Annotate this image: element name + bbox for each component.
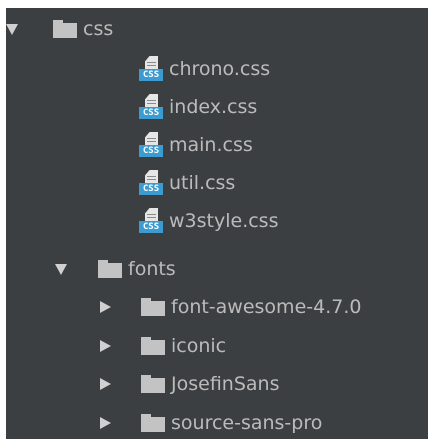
folder-icon xyxy=(141,414,165,432)
css-file-icon: CSS xyxy=(139,170,163,196)
project-tree-panel: css CSS chrono.css CSS index.css CSS mai… xyxy=(6,8,428,439)
folder-icon xyxy=(141,337,165,355)
folder-icon xyxy=(141,298,165,316)
tree-file-label: main.css xyxy=(169,134,253,156)
tree-file-w3style-css[interactable]: CSS w3style.css xyxy=(6,202,428,240)
folder-icon xyxy=(53,20,77,38)
css-file-icon: CSS xyxy=(139,208,163,234)
expand-arrow-right-icon[interactable] xyxy=(100,417,111,429)
tree-folder-fonts[interactable]: fonts xyxy=(6,250,428,288)
tree-folder-css[interactable]: css xyxy=(6,10,428,48)
tree-folder-label: source-sans-pro xyxy=(171,412,323,434)
css-file-icon: CSS xyxy=(139,94,163,120)
tree-file-chrono-css[interactable]: CSS chrono.css xyxy=(6,50,428,88)
tree-folder-iconic[interactable]: iconic xyxy=(6,327,428,365)
css-file-icon: CSS xyxy=(139,132,163,158)
folder-icon xyxy=(98,260,122,278)
expand-arrow-down-icon[interactable] xyxy=(6,23,18,35)
expand-arrow-down-icon[interactable] xyxy=(55,263,67,275)
tree-folder-source-sans-pro[interactable]: source-sans-pro xyxy=(6,404,428,439)
tree-file-util-css[interactable]: CSS util.css xyxy=(6,164,428,202)
tree-file-main-css[interactable]: CSS main.css xyxy=(6,126,428,164)
tree-file-label: chrono.css xyxy=(169,58,271,80)
css-file-icon: CSS xyxy=(139,56,163,82)
expand-arrow-right-icon[interactable] xyxy=(100,378,111,390)
tree-file-label: index.css xyxy=(169,96,258,118)
expand-arrow-right-icon[interactable] xyxy=(100,340,111,352)
tree-file-label: w3style.css xyxy=(169,210,279,232)
tree-folder-label: fonts xyxy=(128,258,176,280)
tree-folder-label: JosefinSans xyxy=(171,373,280,395)
tree-folder-label: iconic xyxy=(171,335,227,357)
expand-arrow-right-icon[interactable] xyxy=(100,301,111,313)
tree-file-label: util.css xyxy=(169,172,236,194)
folder-icon xyxy=(141,375,165,393)
tree-folder-label: css xyxy=(83,18,114,40)
tree-folder-font-awesome[interactable]: font-awesome-4.7.0 xyxy=(6,288,428,326)
tree-file-index-css[interactable]: CSS index.css xyxy=(6,88,428,126)
tree-folder-josefinsans[interactable]: JosefinSans xyxy=(6,365,428,403)
tree-folder-label: font-awesome-4.7.0 xyxy=(171,296,362,318)
